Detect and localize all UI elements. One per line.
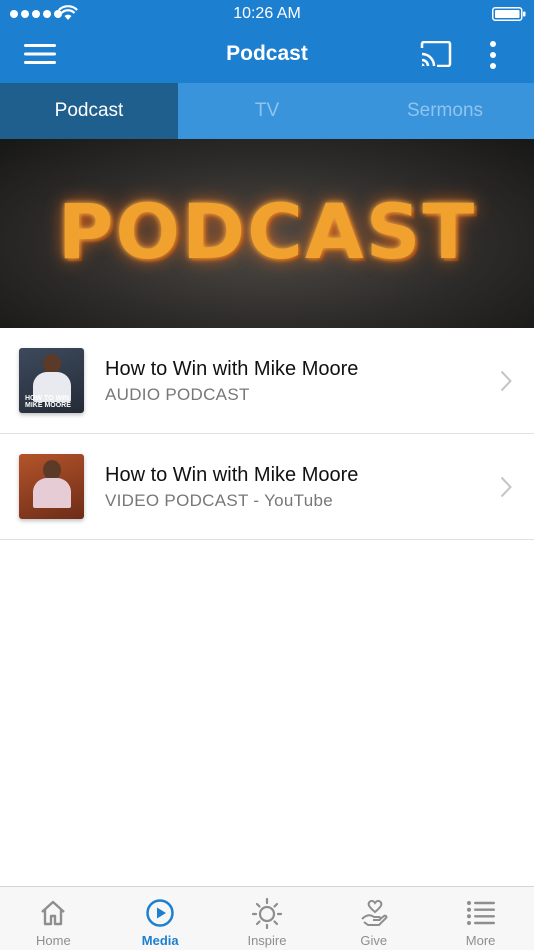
page-title-text: Podcast: [226, 42, 308, 65]
tab-podcast[interactable]: Podcast: [0, 83, 178, 139]
sun-icon: [251, 897, 283, 929]
page-title: Podcast: [0, 42, 534, 66]
tabbar-home[interactable]: Home: [0, 887, 107, 950]
list-item[interactable]: HOW TO WIN MIKE MOORE How to Win with Mi…: [0, 328, 534, 434]
kebab-menu-icon[interactable]: [483, 40, 503, 70]
tabbar-label: Inspire: [247, 933, 287, 948]
list-item-title: How to Win with Mike Moore: [105, 358, 359, 380]
tabbar-inspire[interactable]: Inspire: [214, 887, 321, 950]
tab-sermons[interactable]: Sermons: [356, 83, 534, 139]
tabbar-label: Home: [36, 933, 71, 948]
tabbar-more[interactable]: More: [427, 887, 534, 950]
tabbar-label: Give: [360, 933, 388, 948]
list-item-title: How to Win with Mike Moore: [105, 464, 359, 486]
chevron-right-icon: [500, 476, 512, 498]
podcast-thumbnail: HOW TO WIN MIKE MOORE: [19, 348, 84, 413]
home-icon: [41, 900, 66, 926]
battery-icon: [492, 7, 526, 21]
status-time: 10:26 AM: [233, 5, 301, 22]
tab-tv[interactable]: TV: [178, 83, 356, 139]
tabbar-label: More: [465, 933, 496, 948]
list-icon: [466, 901, 495, 925]
tabbar-label: Media: [141, 933, 179, 948]
podcast-banner: PODCAST: [0, 139, 534, 328]
play-circle-icon: [146, 899, 174, 927]
top-bar: 10:26 AM Podcast: [0, 0, 534, 83]
banner-title: PODCAST: [57, 187, 477, 276]
segment-tabs: Podcast TV Sermons: [0, 83, 534, 139]
bottom-tab-bar: Home Media Inspire Give More: [0, 886, 534, 950]
tabbar-media[interactable]: Media: [107, 887, 214, 950]
list-item[interactable]: How to Win with Mike Moore VIDEO PODCAST…: [0, 434, 534, 540]
heart-hand-icon: [361, 899, 388, 926]
podcast-list: HOW TO WIN MIKE MOORE How to Win with Mi…: [0, 328, 534, 540]
cast-icon[interactable]: [420, 41, 452, 67]
thumbnail-caption: HOW TO WIN MIKE MOORE: [25, 395, 71, 409]
chevron-right-icon: [500, 370, 512, 392]
status-bar: 10:26 AM: [0, 0, 534, 28]
list-item-subtitle: AUDIO PODCAST: [105, 385, 250, 404]
tabbar-give[interactable]: Give: [320, 887, 427, 950]
list-item-subtitle: VIDEO PODCAST - YouTube: [105, 491, 333, 510]
podcast-thumbnail: [19, 454, 84, 519]
